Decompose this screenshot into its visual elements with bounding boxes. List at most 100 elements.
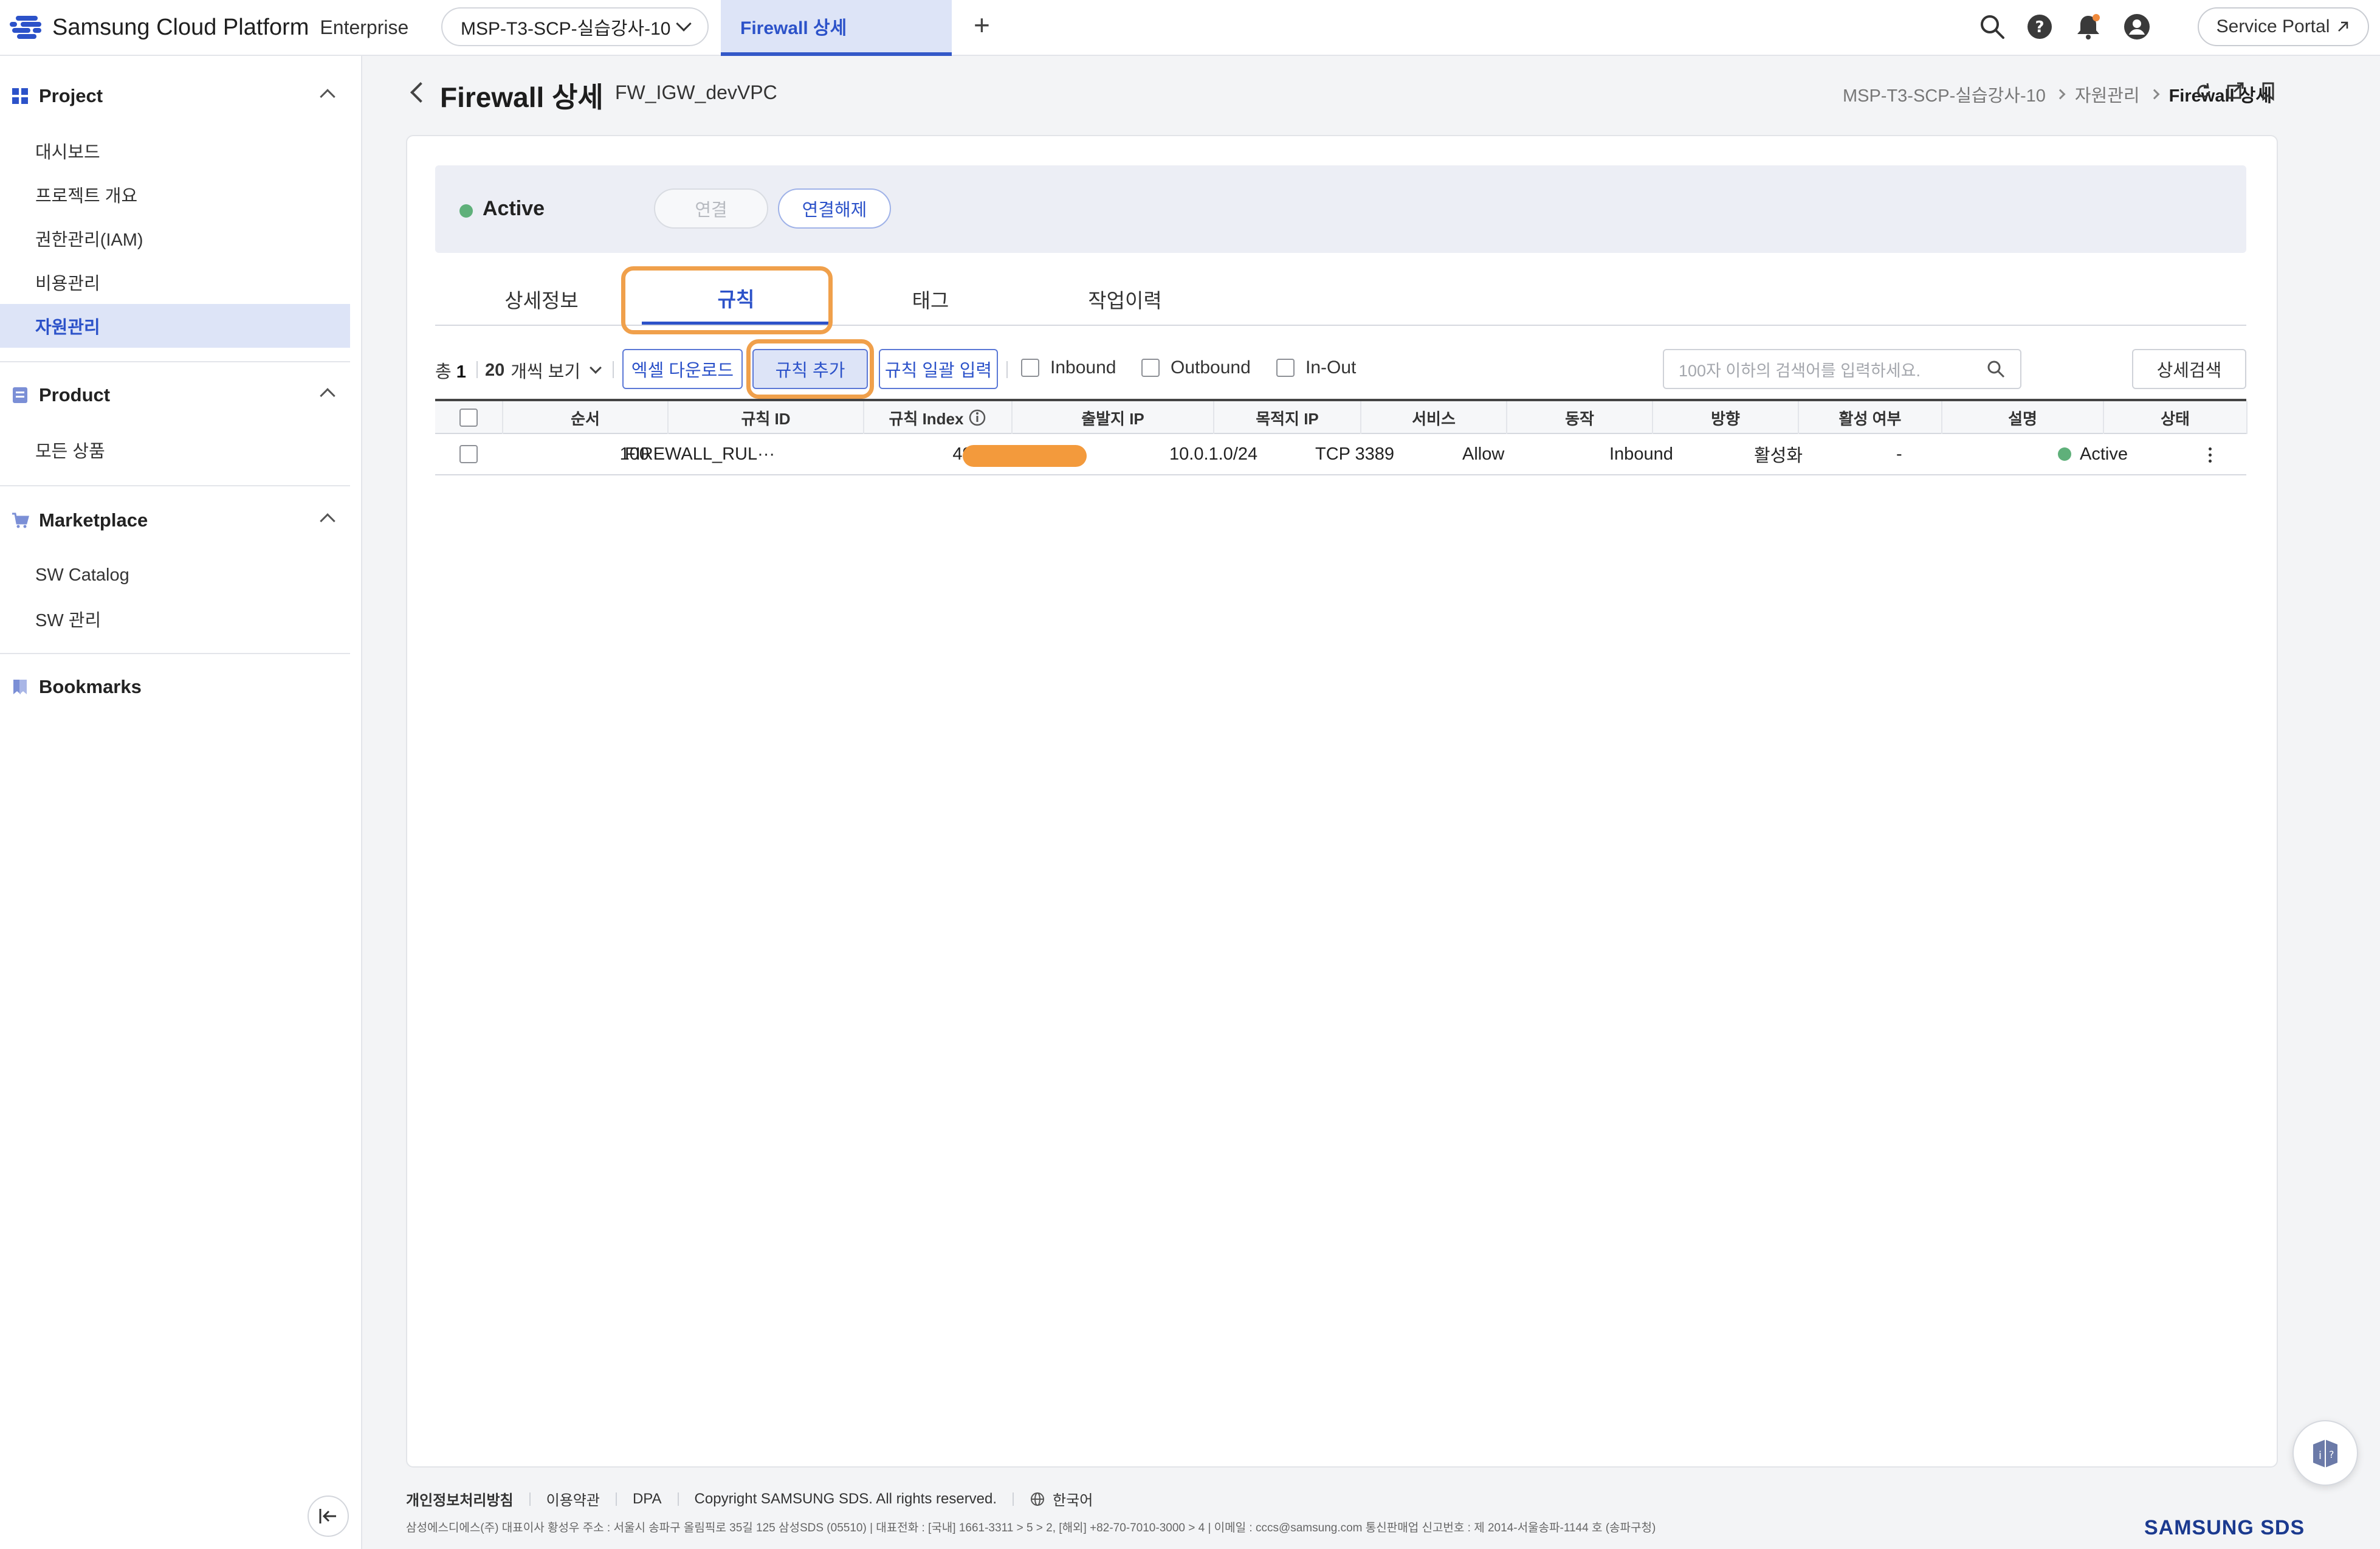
sidebar-section-marketplace: Marketplace SW Catalog SW 관리: [0, 502, 350, 641]
column-header[interactable]: 활성 여부: [1799, 401, 1942, 434]
bookmark-icon[interactable]: [2258, 81, 2278, 101]
open-new-window-icon[interactable]: [2226, 81, 2245, 101]
brand-edition: Enterprise: [320, 16, 409, 38]
svg-text:i: i: [2319, 1449, 2322, 1462]
sidebar-divider: [0, 653, 350, 654]
connect-button[interactable]: 연결: [654, 188, 768, 229]
external-arrow-icon: [2338, 21, 2348, 32]
project-select[interactable]: MSP-T3-SCP-실습강사-10: [441, 7, 709, 46]
column-header[interactable]: 순서: [503, 401, 669, 434]
privacy-policy-link[interactable]: 개인정보처리방침: [406, 1488, 514, 1509]
total-number: 1: [456, 362, 466, 382]
advanced-search-button[interactable]: 상세검색: [2132, 349, 2246, 389]
column-header[interactable]: 상태: [2104, 401, 2248, 434]
breadcrumb-current: Firewall 상세: [2168, 86, 2272, 106]
dpa-link[interactable]: DPA: [633, 1491, 662, 1508]
tab-firewall-detail[interactable]: Firewall 상세: [721, 0, 952, 56]
sidebar-item-billing[interactable]: 비용관리: [0, 260, 350, 304]
redaction-mark: [963, 445, 1087, 467]
language-select[interactable]: 한국어: [1053, 1488, 1093, 1509]
column-header[interactable]: 목적지 IP: [1214, 401, 1361, 434]
breadcrumb-item[interactable]: 자원관리: [2075, 81, 2140, 107]
per-page-select[interactable]: 20 개씩 보기: [485, 357, 602, 383]
sidebar-item-sw-catalog[interactable]: SW Catalog: [0, 553, 350, 597]
column-header[interactable]: 동작: [1507, 401, 1653, 434]
tab-label: Firewall 상세: [740, 18, 847, 38]
checkbox[interactable]: [1021, 359, 1039, 377]
tab-details[interactable]: 상세정보: [447, 274, 636, 325]
more-options-icon[interactable]: [2209, 447, 2212, 463]
filter-outbound[interactable]: Outbound: [1141, 357, 1251, 378]
select-all-checkbox[interactable]: [459, 409, 478, 427]
chevron-right-icon: [2055, 89, 2066, 100]
sidebar-item-dashboard[interactable]: 대시보드: [0, 129, 350, 173]
chevron-up-icon: [320, 89, 335, 105]
per-page-number: 20: [485, 360, 505, 380]
row-checkbox[interactable]: [459, 445, 478, 463]
help-icon[interactable]: ?: [2025, 12, 2054, 41]
table-row[interactable]: 100 FIREWALL_RUL··· 49330 10.0.1.0/24 TC…: [435, 434, 2246, 475]
back-icon[interactable]: [410, 82, 431, 103]
column-header[interactable]: 방향: [1653, 401, 1799, 434]
bell-icon[interactable]: [2074, 12, 2103, 41]
filter-inbound[interactable]: Inbound: [1021, 357, 1116, 378]
info-book-icon: i?: [2313, 1440, 2337, 1468]
service-portal-button[interactable]: Service Portal: [2198, 7, 2369, 46]
breadcrumb-item[interactable]: MSP-T3-SCP-실습강사-10: [1843, 81, 2046, 107]
divider: [1006, 361, 1008, 378]
column-header[interactable]: 규칙 ID: [669, 401, 864, 434]
sidebar-divider: [0, 485, 350, 486]
sidebar-item-resources[interactable]: 자원관리: [0, 304, 350, 348]
sidebar-section-header[interactable]: Product: [0, 377, 350, 413]
search-icon[interactable]: [1978, 12, 2007, 41]
status-indicator-icon: [2058, 447, 2071, 461]
product-icon: [13, 387, 27, 403]
checkbox[interactable]: [1141, 359, 1160, 377]
top-bar: Samsung Cloud Platform Enterprise MSP-T3…: [0, 0, 2380, 56]
user-icon[interactable]: [2122, 12, 2151, 41]
samsung-cloud-logo-icon: [10, 15, 44, 40]
collapse-sidebar-button[interactable]: [308, 1496, 349, 1537]
column-header[interactable]: 서비스: [1361, 401, 1507, 434]
search-placeholder: 100자 이하의 검색어를 입력하세요.: [1679, 361, 1921, 380]
globe-icon: [1031, 1492, 1045, 1506]
collapse-left-icon: [319, 1509, 336, 1523]
sidebar-section-bookmarks: Bookmarks: [0, 669, 350, 705]
tab-tags[interactable]: 태그: [836, 274, 1025, 325]
sidebar-section-product: Product 모든 상품: [0, 377, 350, 472]
search-input[interactable]: 100자 이하의 검색어를 입력하세요.: [1663, 349, 2021, 389]
refresh-icon[interactable]: [2194, 81, 2213, 101]
sidebar: Project 대시보드 프로젝트 개요 권한관리(IAM) 비용관리 자원관리…: [0, 56, 362, 1549]
chevron-right-icon: [2149, 89, 2160, 100]
column-header[interactable]: 출발지 IP: [1013, 401, 1214, 434]
info-icon[interactable]: [968, 409, 986, 427]
checkbox[interactable]: [1276, 359, 1295, 377]
tab-history[interactable]: 작업이력: [1031, 274, 1219, 325]
divider: [476, 361, 478, 378]
cell-status-label: Active: [2080, 444, 2128, 464]
cell-dest-ip: 10.0.1.0/24: [1169, 444, 1258, 464]
sidebar-item-project-overview[interactable]: 프로젝트 개요: [0, 173, 350, 216]
sidebar-section-header[interactable]: Marketplace: [0, 502, 350, 539]
cell-rule-id[interactable]: FIREWALL_RUL···: [625, 434, 807, 474]
sidebar-section-header[interactable]: Project: [0, 78, 350, 114]
add-tab-button[interactable]: +: [974, 10, 998, 40]
filter-in-out[interactable]: In-Out: [1276, 357, 1356, 378]
brand-logo[interactable]: Samsung Cloud Platform Enterprise: [10, 15, 408, 41]
sidebar-item-sw-management[interactable]: SW 관리: [0, 597, 350, 641]
column-header[interactable]: 설명: [1942, 401, 2104, 434]
sidebar-item-all-products[interactable]: 모든 상품: [0, 428, 350, 472]
column-header-label: 규칙 Index: [889, 409, 964, 428]
help-chat-button[interactable]: i?: [2292, 1420, 2358, 1486]
svg-text:?: ?: [2035, 18, 2044, 36]
search-icon[interactable]: [1986, 359, 2006, 379]
bulk-rule-input-button[interactable]: 규칙 일괄 입력: [879, 349, 998, 389]
disconnect-button[interactable]: 연결해제: [778, 188, 891, 229]
sidebar-item-iam[interactable]: 권한관리(IAM): [0, 216, 350, 260]
total-label: 총: [435, 362, 452, 382]
column-header-rule-index[interactable]: 규칙 Index: [864, 401, 1013, 434]
svg-text:?: ?: [2329, 1449, 2334, 1460]
sidebar-section-header[interactable]: Bookmarks: [0, 669, 350, 705]
excel-download-button[interactable]: 엑셀 다운로드: [622, 349, 743, 389]
terms-link[interactable]: 이용약관: [546, 1488, 600, 1509]
